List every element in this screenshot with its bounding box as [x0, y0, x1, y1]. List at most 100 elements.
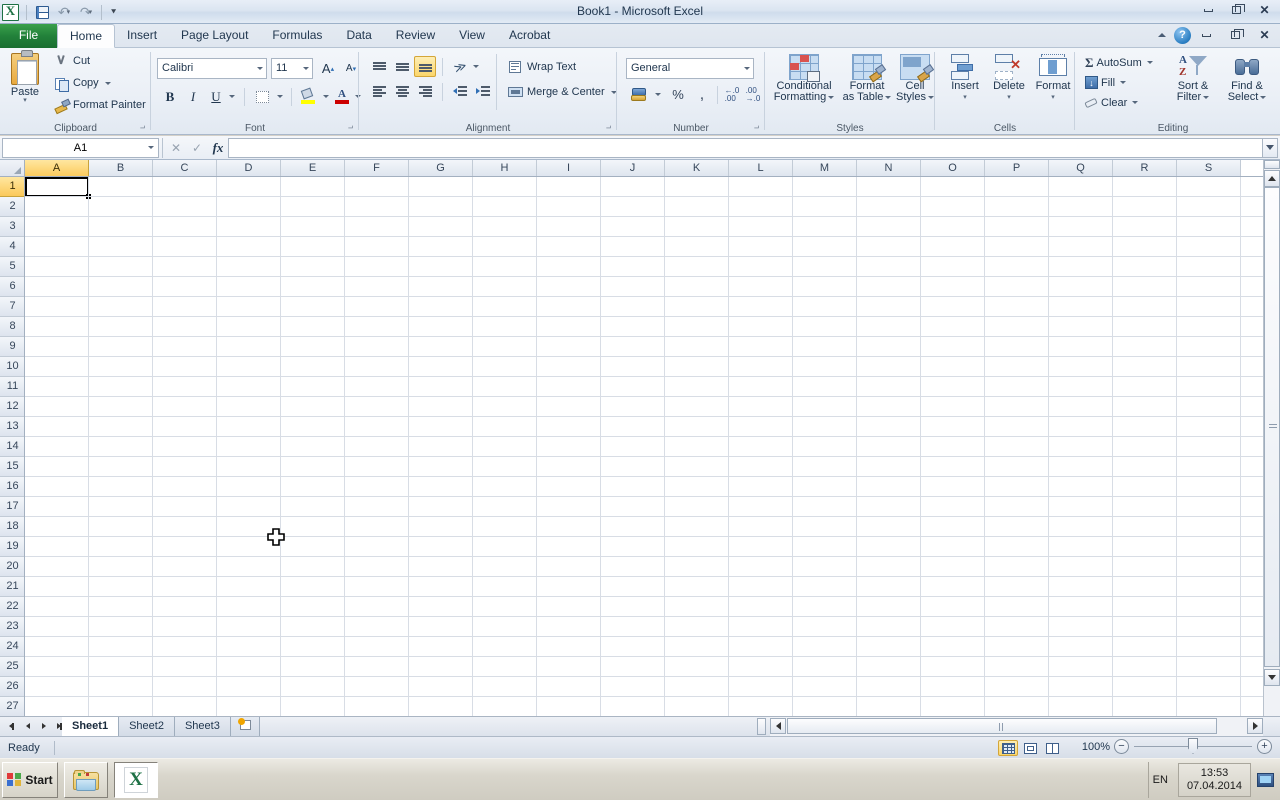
- borders-dropdown[interactable]: [273, 86, 285, 107]
- horizontal-scroll-thumb[interactable]: [787, 718, 1217, 734]
- chevron-down-icon[interactable]: [297, 59, 312, 78]
- top-align-button[interactable]: [368, 56, 390, 77]
- scroll-left-button[interactable]: [770, 718, 786, 734]
- horizontal-split-handle[interactable]: [757, 718, 766, 735]
- row-header-6[interactable]: 6: [0, 277, 24, 297]
- alignment-dialog-launcher[interactable]: [603, 122, 614, 133]
- vertical-scrollbar[interactable]: [1263, 160, 1280, 716]
- tab-acrobat[interactable]: Acrobat: [497, 24, 562, 48]
- row-header-24[interactable]: 24: [0, 637, 24, 657]
- tab-file[interactable]: File: [0, 24, 57, 48]
- tab-insert[interactable]: Insert: [115, 24, 169, 48]
- previous-sheet-button[interactable]: [22, 719, 33, 733]
- close-button[interactable]: ✕: [1251, 1, 1278, 19]
- grow-font-button[interactable]: A ▴: [317, 58, 339, 79]
- orientation-dropdown[interactable]: [469, 56, 481, 77]
- row-header-4[interactable]: 4: [0, 237, 24, 257]
- row-header-19[interactable]: 19: [0, 537, 24, 557]
- row-header-21[interactable]: 21: [0, 577, 24, 597]
- row-header-2[interactable]: 2: [0, 197, 24, 217]
- tab-home[interactable]: Home: [57, 24, 116, 48]
- row-header-26[interactable]: 26: [0, 677, 24, 697]
- decrease-decimal-button[interactable]: .00 →.0: [743, 84, 763, 105]
- font-color-button[interactable]: A: [331, 86, 353, 107]
- scroll-up-button[interactable]: [1264, 170, 1280, 187]
- accounting-format-button[interactable]: [627, 84, 651, 105]
- zoom-level[interactable]: 100%: [1082, 741, 1110, 753]
- zoom-out-button[interactable]: −: [1114, 739, 1129, 754]
- horizontal-scrollbar[interactable]: [770, 717, 1263, 736]
- accounting-dropdown[interactable]: [651, 84, 663, 105]
- normal-view-button[interactable]: [998, 740, 1018, 756]
- row-header-13[interactable]: 13: [0, 417, 24, 437]
- column-header-C[interactable]: C: [153, 160, 217, 176]
- row-header-12[interactable]: 12: [0, 397, 24, 417]
- column-header-L[interactable]: L: [729, 160, 793, 176]
- orientation-button[interactable]: ≫: [449, 56, 471, 77]
- row-header-8[interactable]: 8: [0, 317, 24, 337]
- column-header-J[interactable]: J: [601, 160, 665, 176]
- tab-formulas[interactable]: Formulas: [260, 24, 334, 48]
- row-header-18[interactable]: 18: [0, 517, 24, 537]
- chevron-down-icon[interactable]: [142, 139, 158, 157]
- insert-worksheet-button[interactable]: [230, 717, 260, 737]
- bottom-align-button[interactable]: [414, 56, 436, 77]
- column-header-K[interactable]: K: [665, 160, 729, 176]
- row-header-14[interactable]: 14: [0, 437, 24, 457]
- sheet-tab-sheet2[interactable]: Sheet2: [119, 717, 175, 737]
- underline-dropdown[interactable]: [225, 86, 237, 107]
- sheet-tab-sheet3[interactable]: Sheet3: [174, 717, 231, 737]
- restore-button[interactable]: [1223, 1, 1250, 19]
- paste-button[interactable]: Paste ▾: [4, 50, 46, 114]
- page-layout-view-button[interactable]: [1020, 740, 1040, 756]
- start-button[interactable]: Start: [2, 762, 58, 798]
- autosum-button[interactable]: Σ AutoSum: [1081, 53, 1159, 72]
- column-header-S[interactable]: S: [1177, 160, 1241, 176]
- number-dialog-launcher[interactable]: [751, 122, 762, 133]
- scroll-down-button[interactable]: [1264, 669, 1280, 686]
- bold-button[interactable]: B: [159, 86, 181, 107]
- vertical-scroll-thumb[interactable]: [1264, 187, 1280, 667]
- wrap-text-button[interactable]: Wrap Text: [504, 57, 609, 77]
- clipboard-dialog-launcher[interactable]: [137, 122, 148, 133]
- row-header-17[interactable]: 17: [0, 497, 24, 517]
- conditional-formatting-button[interactable]: Conditional Formatting: [770, 51, 838, 114]
- row-header-5[interactable]: 5: [0, 257, 24, 277]
- column-header-E[interactable]: E: [281, 160, 345, 176]
- row-header-11[interactable]: 11: [0, 377, 24, 397]
- format-cells-button[interactable]: Format ▾: [1031, 51, 1075, 114]
- cancel-formula-button[interactable]: ✕: [166, 138, 186, 157]
- row-header-7[interactable]: 7: [0, 297, 24, 317]
- row-header-16[interactable]: 16: [0, 477, 24, 497]
- cells-area[interactable]: [25, 177, 1263, 716]
- borders-button[interactable]: [251, 86, 273, 107]
- chevron-down-icon[interactable]: [251, 59, 266, 78]
- zoom-slider-thumb[interactable]: [1188, 738, 1198, 754]
- comma-style-button[interactable]: ,: [691, 84, 713, 105]
- tab-view[interactable]: View: [447, 24, 497, 48]
- row-header-27[interactable]: 27: [0, 697, 24, 716]
- taskbar-item-explorer[interactable]: [64, 762, 108, 798]
- select-all-button[interactable]: [0, 160, 25, 177]
- column-header-O[interactable]: O: [921, 160, 985, 176]
- expand-formula-bar-button[interactable]: [1262, 137, 1278, 158]
- tab-page-layout[interactable]: Page Layout: [169, 24, 260, 48]
- align-right-button[interactable]: [414, 81, 436, 102]
- row-header-15[interactable]: 15: [0, 457, 24, 477]
- help-button[interactable]: ?: [1174, 26, 1191, 44]
- chevron-down-icon[interactable]: [738, 59, 753, 78]
- minimize-ribbon-button[interactable]: [1152, 27, 1172, 44]
- enter-formula-button[interactable]: ✓: [187, 138, 207, 157]
- delete-cells-button[interactable]: ✕ Delete ▾: [987, 51, 1031, 114]
- increase-indent-button[interactable]: [472, 81, 494, 102]
- next-sheet-button[interactable]: [38, 719, 49, 733]
- decrease-indent-button[interactable]: [449, 81, 471, 102]
- zoom-track[interactable]: [1134, 738, 1252, 754]
- vertical-split-handle[interactable]: [1264, 160, 1280, 169]
- fill-color-dropdown[interactable]: [319, 86, 331, 107]
- taskbar-item-excel[interactable]: [114, 762, 158, 798]
- sort-filter-button[interactable]: A Z Sort & Filter: [1167, 51, 1219, 114]
- tab-review[interactable]: Review: [384, 24, 447, 48]
- row-header-25[interactable]: 25: [0, 657, 24, 677]
- row-header-1[interactable]: 1: [0, 177, 24, 197]
